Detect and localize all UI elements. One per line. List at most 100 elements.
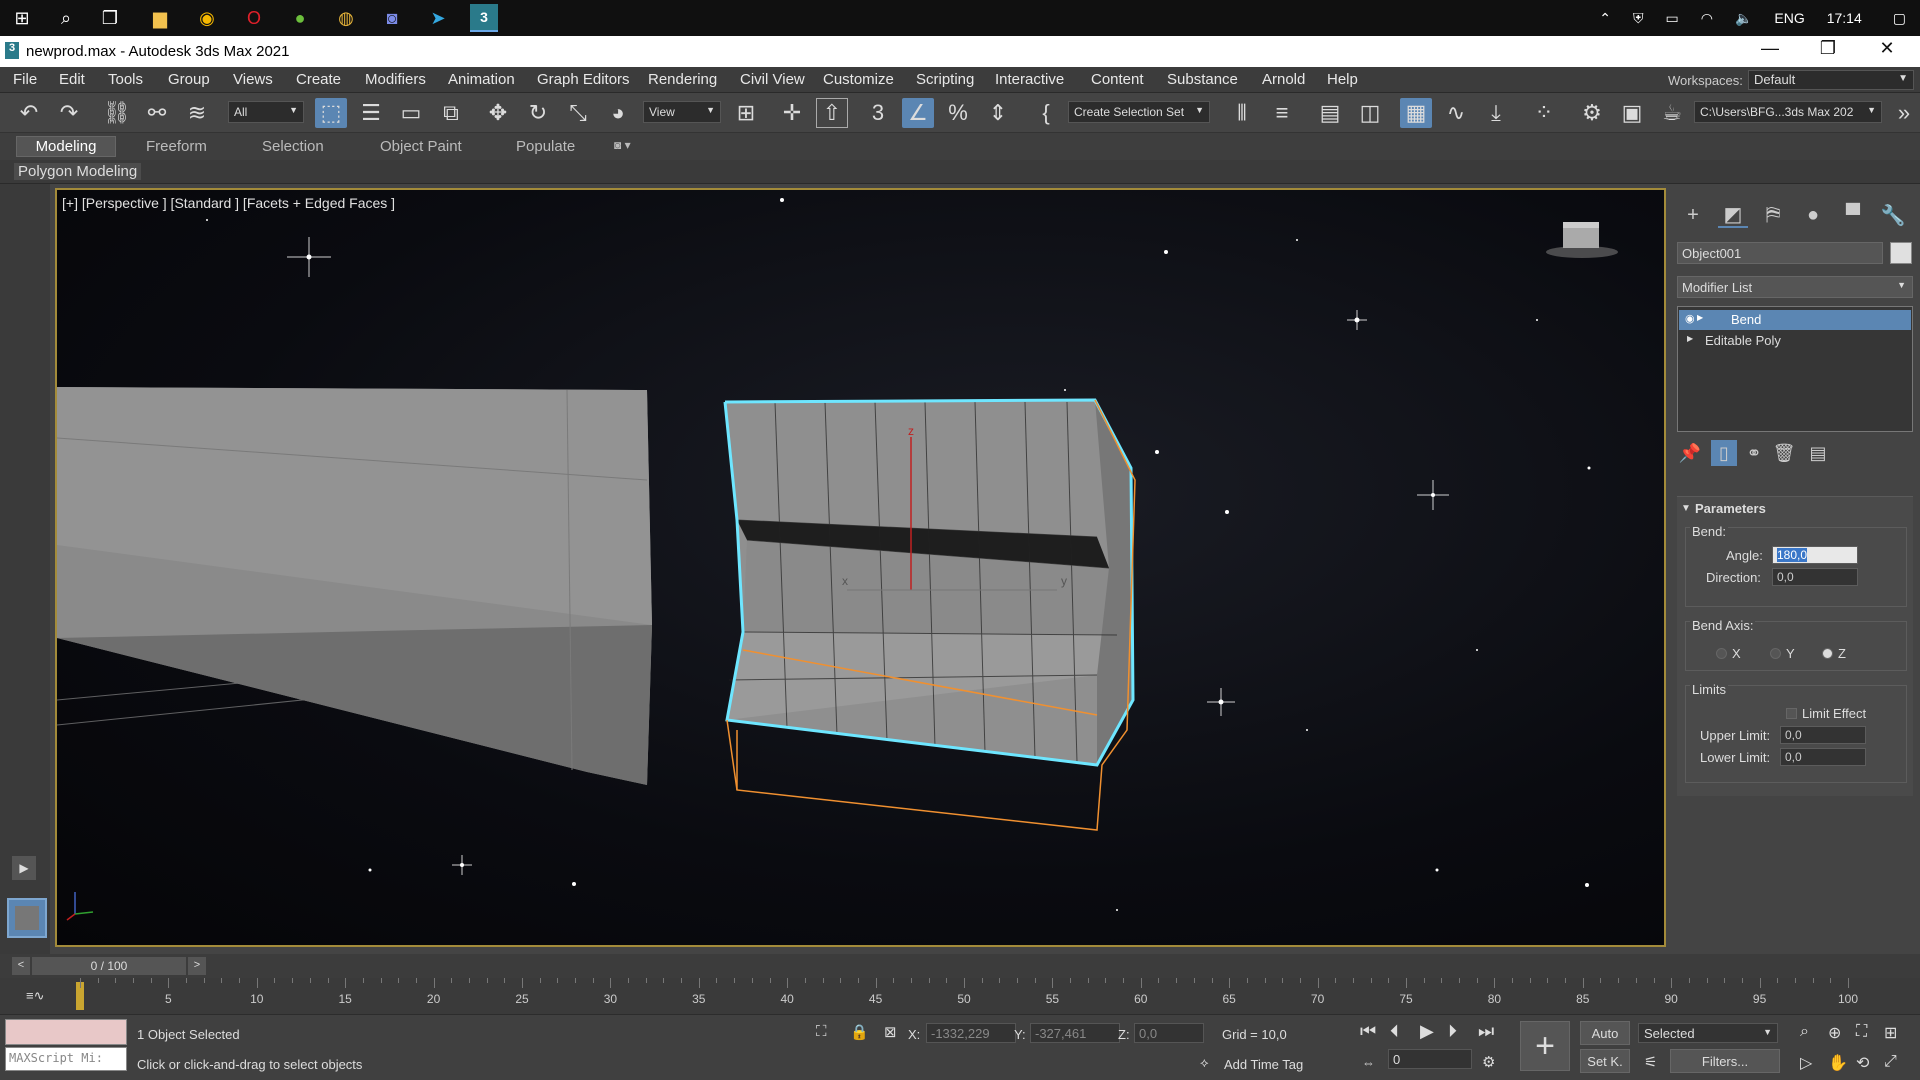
discord-icon[interactable]: ◙ [378, 4, 406, 32]
selection-filter-dropdown[interactable]: All ▼ [228, 101, 304, 123]
menu-substance[interactable]: Substance [1167, 71, 1238, 88]
ribbon-tab-selection[interactable]: Selection [262, 138, 324, 155]
display-tab-icon[interactable]: ▀ [1838, 202, 1868, 228]
limit-effect-checkbox[interactable] [1786, 708, 1797, 719]
show-end-result-icon[interactable]: ▯ [1711, 440, 1737, 466]
edit-named-selection-icon[interactable]: { [1030, 98, 1062, 128]
link-icon[interactable]: ⛓ [101, 98, 133, 128]
menu-customize[interactable]: Customize [823, 71, 894, 88]
keyboard-shortcut-override-icon[interactable]: ⇧ [816, 98, 848, 128]
angle-snap-icon[interactable]: ∠ [902, 98, 934, 128]
field-of-view-icon[interactable]: ▷ [1800, 1053, 1812, 1073]
menu-interactive[interactable]: Interactive [995, 71, 1064, 88]
viewport-label[interactable]: [+] [Perspective ] [Standard ] [Facets +… [62, 195, 395, 211]
chevron-up-icon[interactable]: ⌃ [1599, 10, 1611, 27]
time-tag-icon[interactable]: ⟡ [1200, 1055, 1209, 1071]
menu-views[interactable]: Views [233, 71, 273, 88]
ribbon-options-icon[interactable]: ◙ ▾ [614, 138, 631, 152]
rotate-icon[interactable]: ↻ [522, 98, 554, 128]
3dsmax-icon[interactable]: 3 [470, 4, 498, 32]
y-coordinate-field[interactable]: -327,461 [1030, 1023, 1120, 1043]
menu-rendering[interactable]: Rendering [648, 71, 717, 88]
scene-explorer-icon[interactable]: ▤ [1314, 98, 1346, 128]
ribbon-tab-modeling[interactable]: Modeling [16, 136, 116, 157]
viewport-layout-thumbnail[interactable] [7, 898, 47, 938]
menu-modifiers[interactable]: Modifiers [365, 71, 426, 88]
zoom-extents-all-icon[interactable]: ⊞ [1884, 1023, 1897, 1043]
schematic-view-icon[interactable]: ⤓ [1480, 98, 1512, 128]
render-setup-icon[interactable]: ⚙ [1576, 98, 1608, 128]
key-mode-icon[interactable]: ⚟ [1644, 1053, 1657, 1071]
eye-icon[interactable]: ◉ [1685, 312, 1695, 325]
time-configuration-icon[interactable]: ⚙ [1482, 1053, 1495, 1071]
menu-scripting[interactable]: Scripting [916, 71, 974, 88]
material-editor-icon[interactable]: ⁘ [1528, 98, 1560, 128]
previous-frame-icon[interactable]: < [12, 957, 30, 975]
task-view-icon[interactable]: ❐ [96, 4, 124, 32]
menu-create[interactable]: Create [296, 71, 341, 88]
render-production-icon[interactable]: ☕ [1656, 98, 1688, 128]
collapse-icon[interactable]: ▼ [1681, 503, 1691, 514]
menu-tools[interactable]: Tools [108, 71, 143, 88]
menu-file[interactable]: File [13, 71, 37, 88]
ribbon-tab-object-paint[interactable]: Object Paint [380, 138, 462, 155]
snaps-toggle-icon[interactable]: 3 [862, 98, 894, 128]
current-frame-field[interactable]: 0 [1388, 1049, 1472, 1069]
set-key-big-icon[interactable]: + [1520, 1021, 1570, 1071]
notifications-icon[interactable]: ▢ [1893, 10, 1906, 27]
window-crossing-icon[interactable]: ⧉ [435, 98, 467, 128]
add-time-tag[interactable]: Add Time Tag [1224, 1057, 1303, 1072]
battery-icon[interactable]: ▭ [1665, 10, 1678, 27]
axis-x-radio[interactable] [1716, 648, 1727, 659]
go-to-start-icon[interactable]: ⏮ [1360, 1021, 1376, 1042]
select-by-name-icon[interactable]: ☰ [355, 98, 387, 128]
pan-icon[interactable]: ✋ [1828, 1053, 1848, 1073]
bent-object-selected[interactable]: z x y [723, 398, 1136, 831]
orbit-icon[interactable]: ⟲ [1856, 1053, 1869, 1073]
selection-lock-icon[interactable]: 🔒 [850, 1023, 869, 1041]
viewcube[interactable] [1546, 222, 1618, 258]
axis-y-radio[interactable] [1770, 648, 1781, 659]
percent-snap-icon[interactable]: % [942, 98, 974, 128]
track-bar[interactable]: ≡∿ 5 10 15 20 25 30 35 40 45 50 55 60 65 70 75 80 85 90 95… [0, 978, 1920, 1014]
spinner-snap-icon[interactable]: ⇕ [982, 98, 1014, 128]
volume-icon[interactable]: 🔈 [1735, 10, 1752, 27]
app-a-icon[interactable]: ◉ [193, 4, 221, 32]
bind-space-warp-icon[interactable]: ≋ [181, 98, 213, 128]
utorrent-icon[interactable]: ● [286, 4, 314, 32]
time-slider-thumb[interactable]: 0 / 100 [32, 957, 186, 975]
expand-icon[interactable]: ▶ [1687, 334, 1693, 343]
x-coordinate-field[interactable]: -1332,229 [926, 1023, 1016, 1043]
move-icon[interactable]: ✥ [482, 98, 514, 128]
previous-key-icon[interactable]: ⏴ [1390, 1021, 1399, 1042]
menu-edit[interactable]: Edit [59, 71, 85, 88]
set-key-button[interactable]: Set K. [1580, 1049, 1630, 1073]
key-filter-dropdown[interactable]: Selected ▼ [1638, 1023, 1778, 1043]
scale-icon[interactable]: ⤡ [562, 98, 594, 128]
windows-start-icon[interactable]: ⊞ [8, 4, 36, 32]
ribbon-tab-populate[interactable]: Populate [516, 138, 575, 155]
make-unique-icon[interactable]: ⚭ [1741, 440, 1767, 466]
place-icon[interactable]: ◕ [602, 98, 634, 128]
expand-icon[interactable]: ▶ [1697, 313, 1703, 322]
time-config-arrows-icon[interactable]: ⇔ [1362, 1055, 1375, 1070]
auto-key-button[interactable]: Auto [1580, 1021, 1630, 1045]
maximize-viewport-icon[interactable]: ⤢ [1884, 1053, 1897, 1071]
configure-modifier-sets-icon[interactable]: ▤ [1805, 440, 1831, 466]
next-key-icon[interactable]: ⏵ [1448, 1021, 1457, 1042]
zoom-icon[interactable]: ⌕ [1800, 1023, 1809, 1041]
clock[interactable]: 17:14 [1827, 10, 1862, 26]
select-object-icon[interactable]: ⬚ [315, 98, 347, 128]
unlink-icon[interactable]: ⚯ [141, 98, 173, 128]
workspaces-dropdown[interactable]: Default ▼ [1748, 70, 1914, 90]
telegram-icon[interactable]: ➤ [424, 4, 452, 32]
undo-icon[interactable]: ↶ [13, 98, 45, 128]
stack-item-bend[interactable]: ◉ ▶ Bend [1679, 310, 1911, 330]
modifier-list-dropdown[interactable]: Modifier List ▼ [1677, 276, 1913, 298]
menu-help[interactable]: Help [1327, 71, 1358, 88]
menu-civil-view[interactable]: Civil View [740, 71, 805, 88]
object-name-field[interactable]: Object001 [1677, 242, 1883, 264]
create-tab-icon[interactable]: + [1678, 202, 1708, 228]
security-icon[interactable]: ⛨ [1633, 10, 1644, 27]
zoom-extents-icon[interactable]: ⛶ [1856, 1023, 1867, 1041]
